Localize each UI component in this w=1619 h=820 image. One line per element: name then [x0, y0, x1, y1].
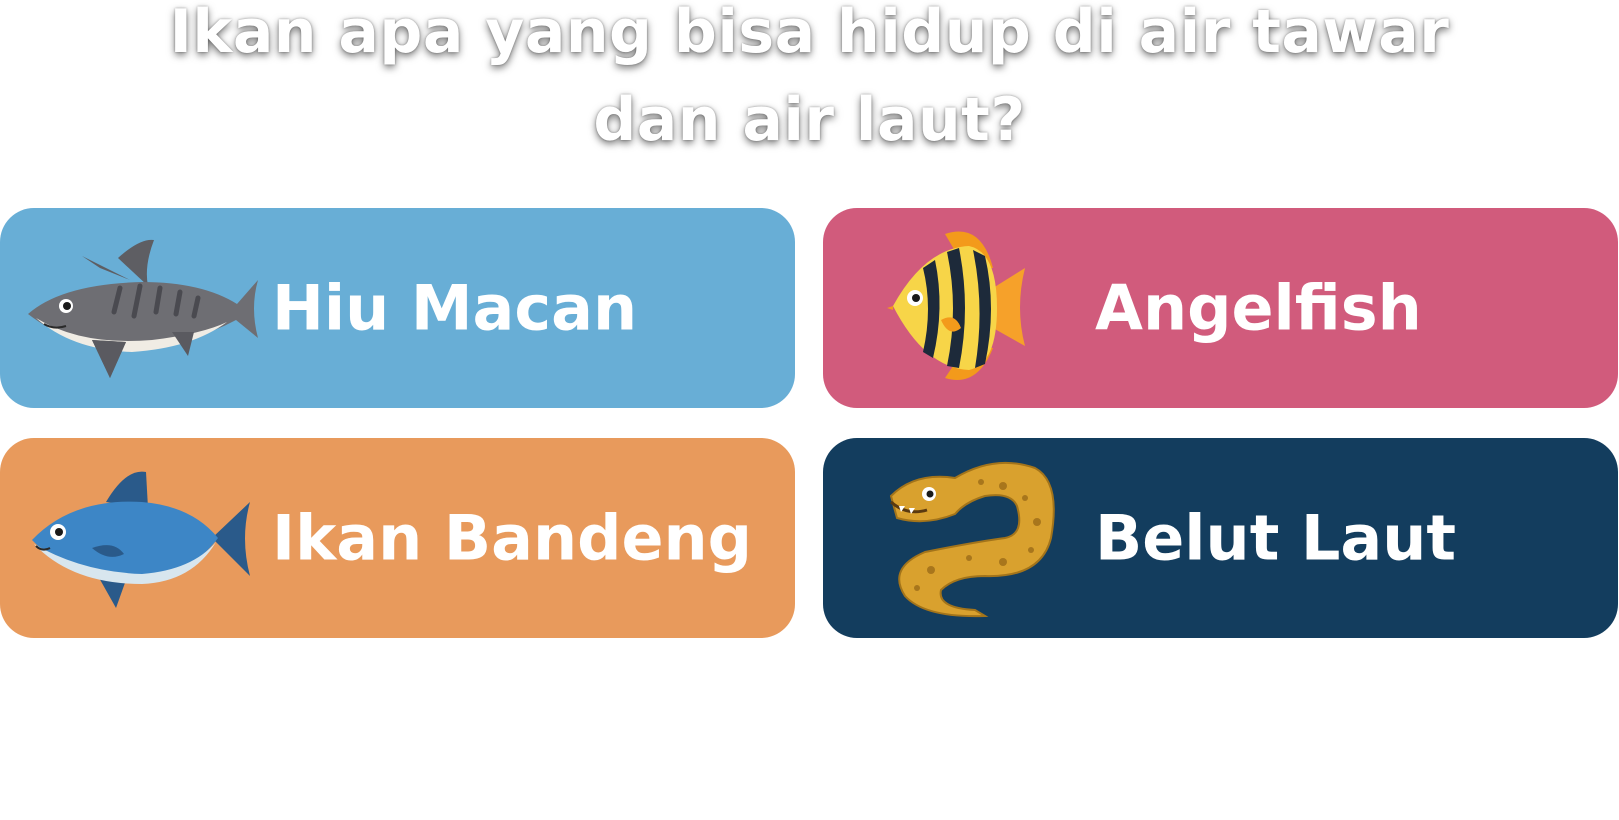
answer-option-angelfish[interactable]: Angelfish	[823, 208, 1618, 408]
milkfish-icon	[32, 471, 250, 608]
angelfish-icon	[887, 231, 1025, 380]
answer-option-label: Hiu Macan	[272, 271, 638, 345]
tiger-shark-icon	[28, 239, 258, 378]
answer-option-belut-laut[interactable]: Belut Laut	[823, 438, 1618, 638]
answer-option-ikan-bandeng[interactable]: Ikan Bandeng	[0, 438, 795, 638]
answer-option-label: Angelfish	[1095, 271, 1422, 345]
answer-option-hiu-macan[interactable]: Hiu Macan	[0, 208, 795, 408]
quiz-page: Ikan apa yang bisa hidup di air tawar da…	[0, 0, 1619, 820]
moray-eel-icon	[889, 461, 1055, 618]
answer-option-label: Belut Laut	[1095, 501, 1457, 575]
question-text: Ikan apa yang bisa hidup di air tawar da…	[169, 0, 1450, 155]
answer-option-label: Ikan Bandeng	[272, 501, 753, 575]
